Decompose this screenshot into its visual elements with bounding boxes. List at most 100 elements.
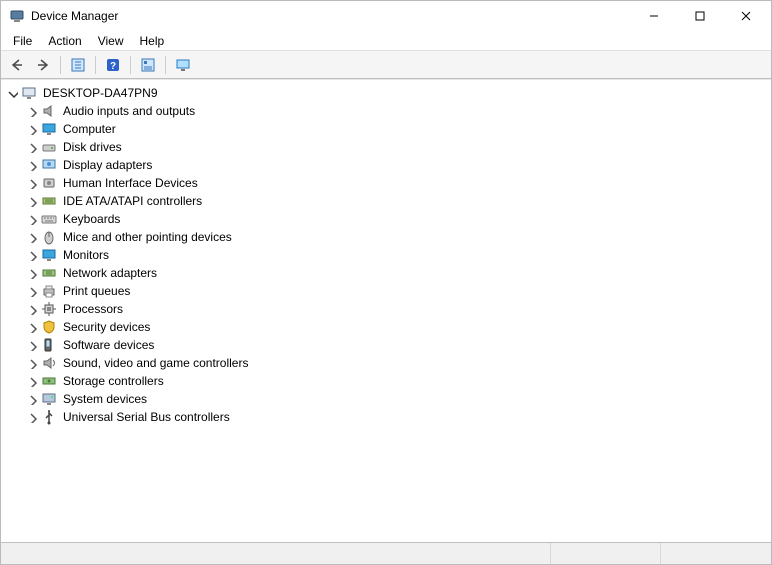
toolbar-separator <box>165 56 166 74</box>
tree-node-label: Keyboards <box>61 212 122 226</box>
chevron-right-icon[interactable] <box>25 392 39 406</box>
device-tree[interactable]: DESKTOP-DA47PN9 Audio inputs and outputs… <box>1 79 771 542</box>
menu-action[interactable]: Action <box>40 32 89 50</box>
chevron-right-icon[interactable] <box>25 248 39 262</box>
cpu-icon <box>41 301 57 317</box>
tree-node[interactable]: Disk drives <box>25 138 771 156</box>
tree-node[interactable]: Universal Serial Bus controllers <box>25 408 771 426</box>
tree-node-label: Software devices <box>61 338 156 352</box>
forward-icon <box>35 57 51 73</box>
printer-icon <box>41 283 57 299</box>
toolbar-separator <box>130 56 131 74</box>
chevron-right-icon[interactable] <box>25 104 39 118</box>
tree-node-label: Human Interface Devices <box>61 176 200 190</box>
tree-node-label: Storage controllers <box>61 374 166 388</box>
toolbar <box>1 51 771 79</box>
tree-node[interactable]: System devices <box>25 390 771 408</box>
show-hide-tree-icon <box>70 57 86 73</box>
chevron-right-icon[interactable] <box>25 356 39 370</box>
tree-root-label: DESKTOP-DA47PN9 <box>41 86 160 100</box>
tree-node-label: Audio inputs and outputs <box>61 104 197 118</box>
tree-node[interactable]: Print queues <box>25 282 771 300</box>
tree-node[interactable]: Keyboards <box>25 210 771 228</box>
chevron-right-icon[interactable] <box>25 230 39 244</box>
chevron-right-icon[interactable] <box>25 302 39 316</box>
tree-node[interactable]: Display adapters <box>25 156 771 174</box>
close-button[interactable] <box>723 1 769 31</box>
menu-help[interactable]: Help <box>132 32 173 50</box>
tree-node-label: Universal Serial Bus controllers <box>61 410 232 424</box>
chevron-right-icon[interactable] <box>25 338 39 352</box>
status-cell <box>661 543 771 564</box>
app-icon <box>9 8 25 24</box>
tree-root-node[interactable]: DESKTOP-DA47PN9 <box>5 84 771 102</box>
storage-icon <box>41 373 57 389</box>
menubar: File Action View Help <box>1 31 771 51</box>
tree-node-label: Disk drives <box>61 140 124 154</box>
ide-icon <box>41 193 57 209</box>
chevron-down-icon[interactable] <box>5 86 19 100</box>
tree-node[interactable]: Security devices <box>25 318 771 336</box>
status-cell <box>551 543 661 564</box>
back-button[interactable] <box>5 54 29 76</box>
menu-file[interactable]: File <box>5 32 40 50</box>
network-icon <box>41 265 57 281</box>
status-cell <box>1 543 551 564</box>
tree-node[interactable]: Human Interface Devices <box>25 174 771 192</box>
software-icon <box>41 337 57 353</box>
back-icon <box>9 57 25 73</box>
chevron-right-icon[interactable] <box>25 194 39 208</box>
help-button[interactable] <box>101 54 125 76</box>
titlebar: Device Manager <box>1 1 771 31</box>
tree-node[interactable]: Processors <box>25 300 771 318</box>
tree-node-label: Computer <box>61 122 118 136</box>
forward-button[interactable] <box>31 54 55 76</box>
tree-node[interactable]: Audio inputs and outputs <box>25 102 771 120</box>
tree-node[interactable]: Sound, video and game controllers <box>25 354 771 372</box>
tree-node-label: System devices <box>61 392 149 406</box>
tree-node[interactable]: Computer <box>25 120 771 138</box>
tree-node[interactable]: IDE ATA/ATAPI controllers <box>25 192 771 210</box>
tree-node[interactable]: Network adapters <box>25 264 771 282</box>
keyboard-icon <box>41 211 57 227</box>
tree-node-label: Mice and other pointing devices <box>61 230 234 244</box>
tree-node[interactable]: Monitors <box>25 246 771 264</box>
chevron-right-icon[interactable] <box>25 320 39 334</box>
statusbar <box>1 542 771 564</box>
chevron-right-icon[interactable] <box>25 284 39 298</box>
tree-node-label: Processors <box>61 302 125 316</box>
tree-node-label: Sound, video and game controllers <box>61 356 250 370</box>
chevron-right-icon[interactable] <box>25 212 39 226</box>
menu-view[interactable]: View <box>90 32 132 50</box>
chevron-right-icon[interactable] <box>25 140 39 154</box>
system-icon <box>41 391 57 407</box>
chevron-right-icon[interactable] <box>25 266 39 280</box>
scan-hardware-button[interactable] <box>171 54 195 76</box>
display-adapter-icon <box>41 157 57 173</box>
chevron-right-icon[interactable] <box>25 374 39 388</box>
tree-node[interactable]: Mice and other pointing devices <box>25 228 771 246</box>
usb-icon <box>41 409 57 425</box>
tree-node-label: Print queues <box>61 284 132 298</box>
maximize-button[interactable] <box>677 1 723 31</box>
chevron-right-icon[interactable] <box>25 158 39 172</box>
tree-node-label: Security devices <box>61 320 152 334</box>
mouse-icon <box>41 229 57 245</box>
chevron-right-icon[interactable] <box>25 410 39 424</box>
security-icon <box>41 319 57 335</box>
monitor-icon <box>41 121 57 137</box>
show-hide-tree-button[interactable] <box>66 54 90 76</box>
tree-node[interactable]: Storage controllers <box>25 372 771 390</box>
tree-node[interactable]: Software devices <box>25 336 771 354</box>
monitor-icon <box>41 247 57 263</box>
tree-node-label: Display adapters <box>61 158 154 172</box>
properties-button[interactable] <box>136 54 160 76</box>
properties-icon <box>140 57 156 73</box>
computer-root-icon <box>21 85 37 101</box>
chevron-right-icon[interactable] <box>25 176 39 190</box>
tree-node-label: IDE ATA/ATAPI controllers <box>61 194 204 208</box>
chevron-right-icon[interactable] <box>25 122 39 136</box>
minimize-button[interactable] <box>631 1 677 31</box>
toolbar-separator <box>95 56 96 74</box>
disk-icon <box>41 139 57 155</box>
